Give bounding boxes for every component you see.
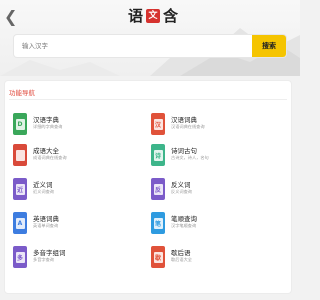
search-button[interactable]: 搜索	[252, 35, 286, 57]
nav-item-title: 诗词古句	[171, 148, 197, 155]
logo-char-2: 文	[146, 9, 161, 23]
book-icon	[13, 144, 27, 166]
nav-item-desc: 多音字查询	[33, 257, 54, 262]
nav-title: 功能导航	[9, 90, 35, 97]
stroke-icon: 笔	[151, 212, 165, 234]
search-input[interactable]	[14, 35, 252, 57]
nav-card: 功能导航 D 汉语字典 详细的字典查询汉汉语词典 汉语词典在线查询 成语大全 成语词典在线…	[4, 80, 292, 294]
nav-item-desc: 汉字笔顺查询	[171, 223, 197, 228]
nav-item[interactable]: 近近义词 近义词查询	[13, 177, 143, 200]
nav-item-desc: 汉语词典在线查询	[171, 124, 205, 129]
nav-item[interactable]: 反反义词 反义词查询	[151, 177, 281, 200]
d-icon: D	[13, 113, 27, 135]
nav-item-desc: 反义词查询	[171, 189, 192, 194]
nav-item-desc: 英语单词查询	[33, 223, 59, 228]
nav-item-title: 笔顺查询	[171, 216, 197, 223]
nav-item-desc: 详细的字典查询	[33, 124, 63, 129]
nav-item[interactable]: A 英语词典 英语单词查询	[13, 211, 143, 234]
back-icon[interactable]: ❮	[4, 8, 18, 26]
nav-item-title: 汉语字典	[33, 117, 59, 124]
polyphone-icon: 多	[13, 246, 27, 268]
nav-item-title: 成语大全	[33, 148, 59, 155]
search-bar: 搜索	[14, 35, 286, 57]
divider	[9, 99, 287, 100]
nav-item-title: 反义词	[171, 182, 191, 189]
nav-item-title: 多音字组词	[33, 250, 66, 257]
nav-item[interactable]: 汉汉语词典 汉语词典在线查询	[151, 112, 281, 135]
logo-char-3: 含	[163, 7, 179, 25]
synonym-icon: 近	[13, 178, 27, 200]
nav-item-desc: 古诗文，诗人，名句	[171, 155, 209, 160]
nav-item-title: 近义词	[33, 182, 53, 189]
english-icon: A	[13, 212, 27, 234]
nav-item[interactable]: 成语大全 成语词典在线查询	[13, 143, 143, 166]
nav-item-desc: 近义词查询	[33, 189, 54, 194]
header: ❮ 语 文 含 搜索	[0, 0, 300, 76]
nav-item-title: 英语词典	[33, 216, 59, 223]
logo: 语 文 含	[128, 5, 178, 27]
han-icon: 汉	[151, 113, 165, 135]
nav-item[interactable]: 多多音字组词 多音字查询	[13, 245, 143, 268]
nav-item-desc: 成语词典在线查询	[33, 155, 67, 160]
logo-char-1: 语	[128, 7, 144, 25]
nav-item[interactable]: 歇歇后语 歇后语大全	[151, 245, 281, 268]
nav-item[interactable]: 笔笔顺查询 汉字笔顺查询	[151, 211, 281, 234]
nav-item-title: 汉语词典	[171, 117, 197, 124]
poem-icon: 诗	[151, 144, 165, 166]
antonym-icon: 反	[151, 178, 165, 200]
xiehouyu-icon: 歇	[151, 246, 165, 268]
nav-item-title: 歇后语	[171, 250, 191, 257]
nav-item[interactable]: D 汉语字典 详细的字典查询	[13, 112, 143, 135]
nav-item[interactable]: 诗诗词古句 古诗文，诗人，名句	[151, 143, 281, 166]
nav-item-desc: 歇后语大全	[171, 257, 192, 262]
